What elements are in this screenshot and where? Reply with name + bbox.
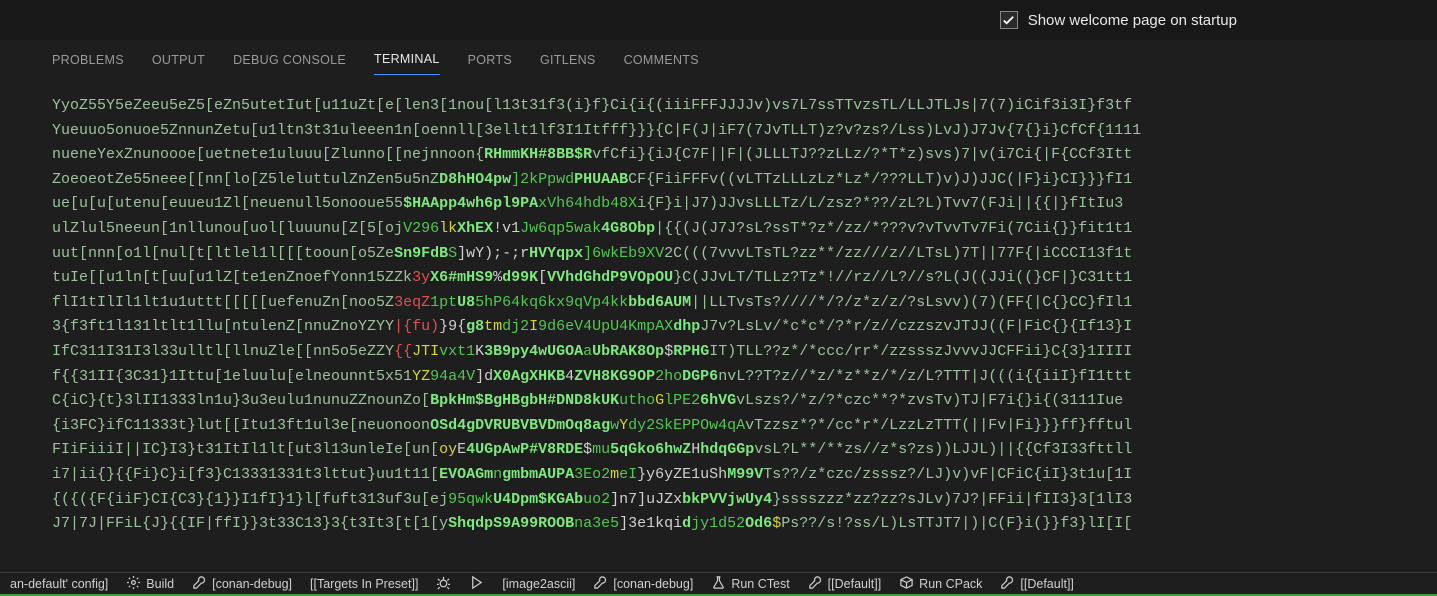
wrench-icon <box>192 575 207 593</box>
status-run-cpack[interactable]: Run CPack <box>899 575 982 593</box>
status-label: [image2ascii] <box>502 577 575 591</box>
wrench-icon <box>808 575 823 593</box>
welcome-checkbox[interactable] <box>1000 11 1018 29</box>
wrench-icon <box>1000 575 1015 593</box>
check-icon <box>1001 13 1016 28</box>
status-image2ascii[interactable]: [image2ascii] <box>502 577 575 591</box>
status-conan-config[interactable]: an-default' config] <box>10 577 108 591</box>
play-icon <box>469 575 484 593</box>
panel-tab-gitlens[interactable]: GITLENS <box>540 53 596 75</box>
panel-tab-output[interactable]: OUTPUT <box>152 53 205 75</box>
terminal-line: FIiFiiiI||IC}I3}t31ItIl1lt[ut3l13unleIe[… <box>52 438 1427 463</box>
status-label: [[Targets In Preset]] <box>310 577 418 591</box>
status-default-1[interactable]: [[Default]] <box>808 575 882 593</box>
gear-icon <box>126 575 141 593</box>
status-bar: an-default' config] Build [conan-debug] [[T… <box>0 572 1437 596</box>
status-conan-debug-tool[interactable]: [conan-debug] <box>192 575 292 593</box>
terminal-line: J7|7J|FFiL{J}{{IF|ffI}}3t33C13}3{t3It3[t… <box>52 512 1427 537</box>
welcome-checkbox-label: Show welcome page on startup <box>1028 12 1237 29</box>
terminal-line: uut[nnn[o1l[nul[t[ltlel1l[[[tooun[o5ZeSn… <box>52 242 1427 267</box>
terminal-line: ulZlul5neeun[1nllunou[uol[luuunu[Z[5[ojV… <box>52 217 1427 242</box>
terminal-line: 3{f3ft1l131ltlt1llu[ntulenZ[nnuZnoYZYY|{… <box>52 315 1427 340</box>
status-debug-run[interactable] <box>436 575 451 593</box>
welcome-checkbox-row[interactable]: Show welcome page on startup <box>1000 11 1237 29</box>
panel-tabs: PROBLEMS OUTPUT DEBUG CONSOLE TERMINAL PORTS… <box>0 40 1437 76</box>
status-label: Build <box>146 577 174 591</box>
terminal-line: {i3FC}ifC11333t}lut[[Itu13ft1ul3e[neuono… <box>52 414 1427 439</box>
status-run-ctest[interactable]: Run CTest <box>711 575 789 593</box>
terminal-line: C{iC}{t}3lII1333ln1u}3u3eulu1nunuZZnounZ… <box>52 389 1427 414</box>
terminal-line: IfC311I31I3l33ulltl[llnuZle[[nn5o5eZZY{{… <box>52 340 1427 365</box>
status-label: [[Default]] <box>1020 577 1074 591</box>
wrench-icon <box>593 575 608 593</box>
terminal-line: ue[u[u[utenu[euueu1Zl[neuenull5onooue55$… <box>52 192 1427 217</box>
status-label: Run CPack <box>919 577 982 591</box>
panel-tab-ports[interactable]: PORTS <box>468 53 512 75</box>
status-label: [conan-debug] <box>212 577 292 591</box>
beaker-icon <box>711 575 726 593</box>
top-bar: Show welcome page on startup <box>0 0 1437 40</box>
status-play[interactable] <box>469 575 484 593</box>
status-label: [[Default]] <box>828 577 882 591</box>
panel-tab-debug-console[interactable]: DEBUG CONSOLE <box>233 53 346 75</box>
terminal-line: {({({F{iiF}CI{C3}{1}}I1fI}1}l[fuft313uf3… <box>52 488 1427 513</box>
terminal-line: ZoeoeotZe55neee[[nn[lo[Z5leluttulZnZen5u… <box>52 168 1427 193</box>
terminal-line: i7|ii{}{{Fi}C}i[f3}C13331331t3lttut}uu1t… <box>52 463 1427 488</box>
panel-tab-comments[interactable]: COMMENTS <box>624 53 699 75</box>
package-icon <box>899 575 914 593</box>
status-default-2[interactable]: [[Default]] <box>1000 575 1074 593</box>
panel-tab-terminal[interactable]: TERMINAL <box>374 52 440 75</box>
terminal-line: flI1tIlIl1lt1u1uttt[[[[[uefenuZn[noo5Z3e… <box>52 291 1427 316</box>
terminal-line: YyoZ55Y5eZeeu5eZ5[eZn5utetIut[u11uZt[e[l… <box>52 94 1427 119</box>
status-targets[interactable]: [[Targets In Preset]] <box>310 577 418 591</box>
terminal-line: f{{31II{3C31}1Ittu[1eluulu[elneounnt5x51… <box>52 365 1427 390</box>
terminal-line: Yueuuo5onuoe5ZnnunZetu[u1ltn3t31uleeen1n… <box>52 119 1427 144</box>
terminal-output[interactable]: YyoZ55Y5eZeeu5eZ5[eZn5utetIut[u11uZt[e[l… <box>0 76 1437 572</box>
bug-icon <box>436 575 451 593</box>
status-build[interactable]: Build <box>126 575 174 593</box>
terminal-line: nueneYexZnunoooe[uetnete1uluuu[Zlunno[[n… <box>52 143 1427 168</box>
status-label: [conan-debug] <box>613 577 693 591</box>
status-label: an-default' config] <box>10 577 108 591</box>
status-label: Run CTest <box>731 577 789 591</box>
terminal-line: tuIe[[u1ln[t[uu[u1lZ[te1enZnoefYonn15ZZk… <box>52 266 1427 291</box>
panel-tab-problems[interactable]: PROBLEMS <box>52 53 124 75</box>
status-conan-debug-2[interactable]: [conan-debug] <box>593 575 693 593</box>
